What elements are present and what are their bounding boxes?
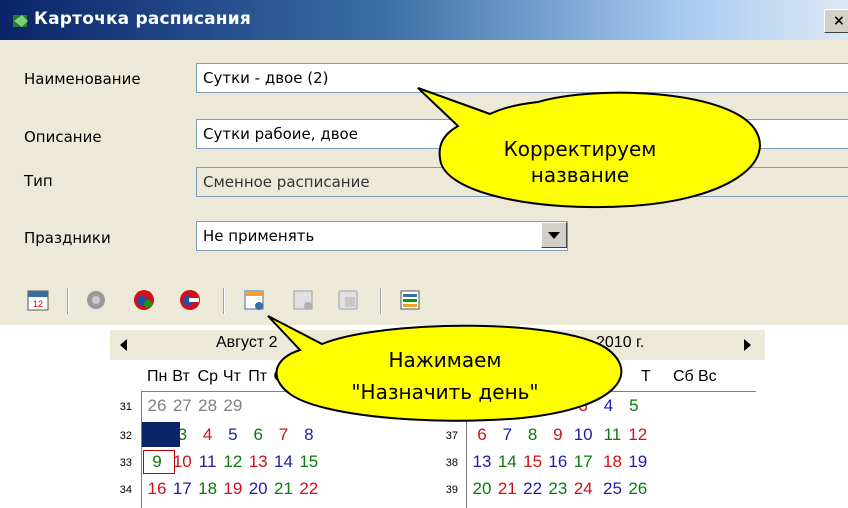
- holidays-select[interactable]: Не применять: [196, 221, 568, 251]
- callout-rename-text: Корректируем название: [480, 136, 680, 188]
- calendar-day[interactable]: 9: [546, 425, 570, 445]
- calendar-day[interactable]: 28: [196, 396, 220, 416]
- weekday-header: Т: [641, 368, 651, 385]
- calendar-day[interactable]: 10: [571, 425, 595, 445]
- calendar-day[interactable]: 7: [495, 425, 519, 445]
- week-number: 34: [119, 484, 132, 496]
- weekday-header: Вт: [172, 368, 190, 385]
- calendar-day[interactable]: 13: [246, 452, 270, 472]
- calendar-day[interactable]: 20: [470, 479, 494, 499]
- copy-day-disabled-icon[interactable]: [336, 288, 360, 312]
- week-number: 37: [445, 430, 458, 442]
- calendar-day[interactable]: 15: [521, 452, 545, 472]
- calendar-day[interactable]: 21: [495, 479, 519, 499]
- assign-day-icon[interactable]: [242, 288, 266, 312]
- calendar-day[interactable]: 17: [571, 452, 595, 472]
- calendar-day[interactable]: 14: [495, 452, 519, 472]
- calendar-day[interactable]: 26: [626, 479, 650, 499]
- prev-month-arrow[interactable]: [120, 339, 127, 351]
- callout-assign-day-line-2: "Назначить день": [351, 380, 539, 404]
- weekday-header: Чт: [222, 368, 241, 385]
- window-title: Карточка расписания: [34, 9, 251, 29]
- calendar-day[interactable]: 16: [546, 452, 570, 472]
- type-label: Тип: [24, 172, 53, 190]
- edit-day-disabled-icon[interactable]: [291, 288, 315, 312]
- calendar-day[interactable]: 26: [145, 396, 169, 416]
- add-shift-icon[interactable]: [132, 288, 156, 312]
- calendar-day[interactable]: 21: [272, 479, 296, 499]
- description-label: Описание: [24, 128, 102, 146]
- callout-assign-day-line-1: Нажимаем: [388, 348, 502, 372]
- calendar-divider: [141, 392, 142, 508]
- calendar-day[interactable]: 8: [297, 425, 321, 445]
- selected-day-cell[interactable]: [142, 422, 180, 447]
- calendar-day[interactable]: 15: [297, 452, 321, 472]
- calendar-day[interactable]: 18: [196, 479, 220, 499]
- weekday-header: Пн: [147, 368, 168, 385]
- toolbar-separator: [67, 288, 69, 314]
- calendar-day[interactable]: 22: [297, 479, 321, 499]
- svg-text:12: 12: [33, 299, 43, 309]
- calendar-day[interactable]: 19: [626, 452, 650, 472]
- calendar-icon[interactable]: 12: [26, 288, 50, 312]
- calendar-day[interactable]: 7: [272, 425, 296, 445]
- week-number: 32: [119, 430, 132, 442]
- weekday-header: Ср: [197, 368, 219, 385]
- calendar-day[interactable]: 14: [272, 452, 296, 472]
- table-view-icon[interactable]: [398, 288, 422, 312]
- calendar-day[interactable]: 12: [626, 425, 650, 445]
- weekday-header: Вс: [698, 368, 717, 385]
- holidays-label: Праздники: [24, 229, 111, 247]
- close-button[interactable]: ×: [824, 9, 848, 33]
- app-icon: [13, 15, 28, 27]
- week-number: 33: [119, 457, 132, 469]
- chevron-down-icon[interactable]: [541, 222, 567, 248]
- calendar-day[interactable]: 17: [170, 479, 194, 499]
- week-number: 39: [445, 484, 458, 496]
- weekday-header: Сб: [673, 368, 694, 385]
- calendar-day[interactable]: 11: [196, 452, 220, 472]
- calendar-day[interactable]: 23: [546, 479, 570, 499]
- toolbar-separator: [380, 288, 382, 314]
- toolbar-separator: [223, 288, 225, 314]
- next-month-arrow[interactable]: [744, 339, 751, 351]
- callout-rename-line-2: название: [530, 163, 630, 187]
- today-marker: [143, 450, 175, 474]
- calendar-day[interactable]: 20: [246, 479, 270, 499]
- name-label: Наименование: [24, 70, 141, 88]
- calendar-day[interactable]: 22: [521, 479, 545, 499]
- calendar-day[interactable]: 19: [221, 479, 245, 499]
- week-number: 38: [445, 457, 458, 469]
- calendar-day[interactable]: 4: [196, 425, 220, 445]
- calendar-day[interactable]: 29: [221, 396, 245, 416]
- calendar-day[interactable]: 11: [601, 425, 625, 445]
- calendar-day[interactable]: 6: [246, 425, 270, 445]
- callout-rename-line-1: Корректируем: [503, 137, 657, 161]
- calendar-day[interactable]: 6: [470, 425, 494, 445]
- callout-assign-day-text: Нажимаем "Назначить день": [330, 344, 560, 408]
- week-number: 31: [119, 401, 132, 413]
- calendar-day[interactable]: 16: [145, 479, 169, 499]
- calendar-day[interactable]: 25: [601, 479, 625, 499]
- refresh-disabled-icon[interactable]: [84, 288, 108, 312]
- calendar-day[interactable]: 8: [521, 425, 545, 445]
- calendar-day[interactable]: 13: [470, 452, 494, 472]
- calendar-day[interactable]: 18: [601, 452, 625, 472]
- calendar-day[interactable]: 27: [170, 396, 194, 416]
- calendar-day[interactable]: 24: [571, 479, 595, 499]
- calendar-day[interactable]: 5: [221, 425, 245, 445]
- calendar-day[interactable]: 12: [221, 452, 245, 472]
- remove-shift-icon[interactable]: [178, 288, 202, 312]
